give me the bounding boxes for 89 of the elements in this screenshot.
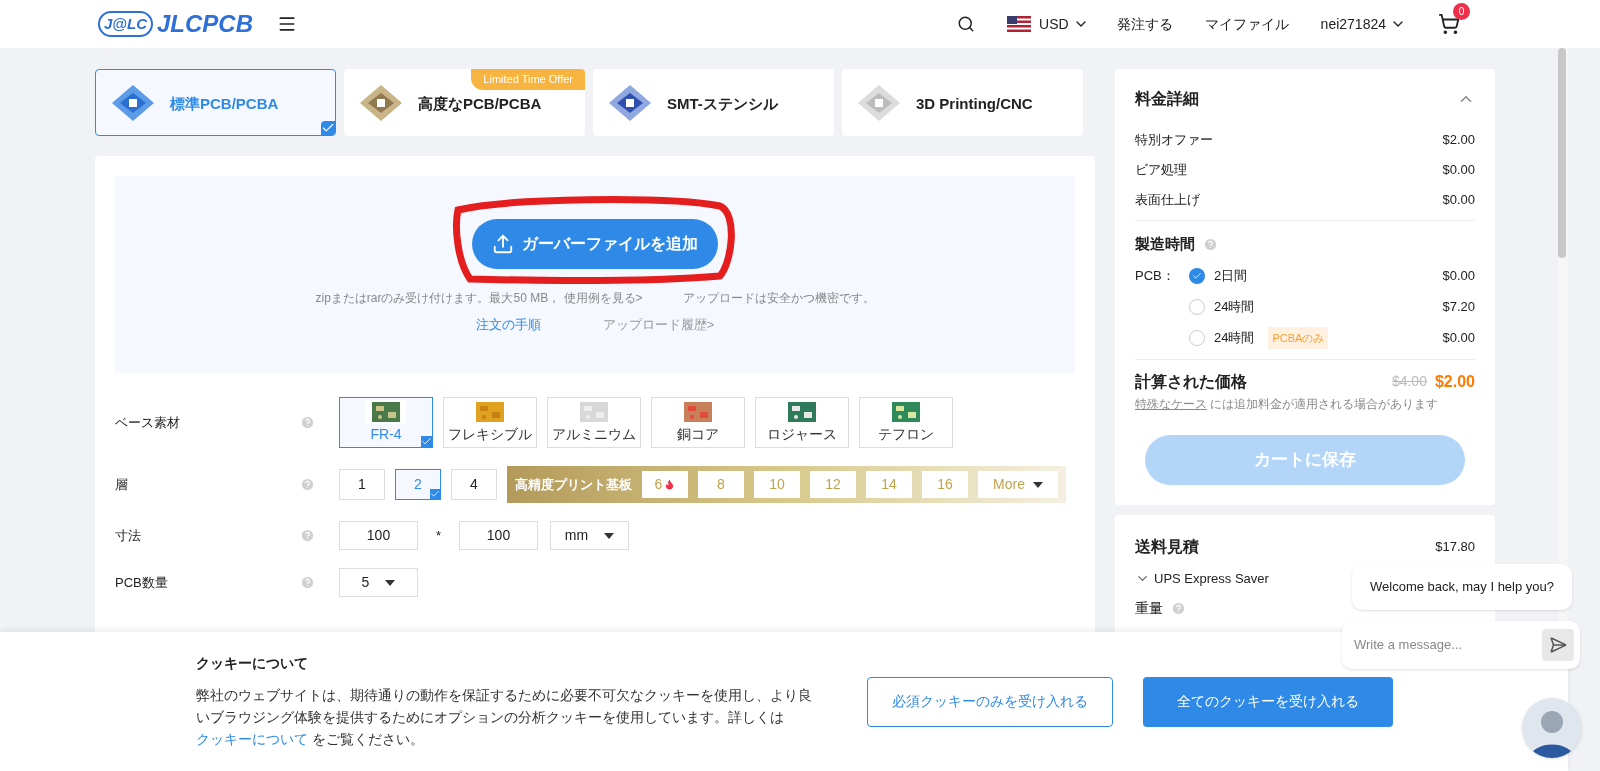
price-label: ビア処理 xyxy=(1135,161,1187,180)
material-option[interactable]: テフロン xyxy=(859,397,953,448)
build-option-label: 2日間 xyxy=(1214,267,1248,286)
flag-icon xyxy=(1007,16,1032,32)
build-option-label: 24時間 xyxy=(1214,329,1255,348)
price-value: $2.00 xyxy=(1442,131,1475,150)
check-icon xyxy=(421,436,432,447)
price-value: $17.80 xyxy=(1435,537,1475,556)
help-icon[interactable] xyxy=(1171,601,1186,616)
price-label: 表面仕上げ xyxy=(1135,191,1200,210)
upload-note: アップロードは安全かつ機密です。 xyxy=(682,290,875,307)
cookie-link[interactable]: クッキーについて xyxy=(196,731,308,747)
radio-button[interactable] xyxy=(1189,268,1205,284)
cookie-title: クッキーについて xyxy=(196,654,309,673)
send-icon xyxy=(1549,636,1567,654)
search-icon[interactable] xyxy=(957,15,976,33)
help-icon[interactable] xyxy=(300,575,315,590)
selected-check-icon xyxy=(321,121,335,135)
field-label: 層 xyxy=(115,475,129,494)
user-menu[interactable]: nei271824 xyxy=(1320,14,1406,34)
card-title: 送料見積 xyxy=(1135,536,1199,557)
width-field[interactable]: 100 xyxy=(339,521,418,550)
chat-input[interactable]: Write a message... xyxy=(1342,621,1580,669)
unit-select[interactable]: mm xyxy=(550,521,629,550)
price-label: 特別オファー xyxy=(1135,131,1213,150)
logo[interactable]: J@LC JLCPCB xyxy=(98,6,253,42)
material-option[interactable]: ロジャース xyxy=(755,397,849,448)
menu-icon[interactable] xyxy=(277,14,297,34)
product-tab[interactable]: Limited Time Offer 高度なPCB/PCBA xyxy=(344,69,585,136)
special-case-link[interactable]: 特殊なケース xyxy=(1135,396,1207,411)
field-label: 寸法 xyxy=(115,526,142,545)
cart-count: 0 xyxy=(1453,3,1470,20)
build-option-label: 24時間 xyxy=(1214,298,1255,317)
total-label: 計算された価格 xyxy=(1135,371,1247,392)
upload-link[interactable]: 注文の手順 xyxy=(475,315,541,335)
material-option[interactable]: アルミニウム xyxy=(547,397,641,448)
price-value: $0.00 xyxy=(1442,161,1475,180)
help-icon[interactable] xyxy=(300,477,315,492)
layer-option[interactable]: 6 xyxy=(642,471,688,498)
help-icon[interactable] xyxy=(300,415,315,430)
cookie-text: 弊社のウェブサイトは、期待通りの動作を保証するために必要不可欠なクッキーを使用し、より良いブラウジング体験を提供するためにオプションの分析クッキーを使用しています。詳しくは クッキーについて をご覧ください。 xyxy=(196,686,813,749)
nav-link[interactable]: マイファイル xyxy=(1204,14,1289,34)
size-separator: * xyxy=(434,526,443,545)
offer-ribbon: Limited Time Offer xyxy=(471,69,585,90)
old-price: $4.00 xyxy=(1391,372,1427,391)
price-note: には追加料金が適用される場合があります xyxy=(1210,396,1439,411)
material-option[interactable]: フレキシブル xyxy=(443,397,537,448)
scrollbar-thumb[interactable] xyxy=(1558,48,1566,258)
layer-option[interactable]: 1 xyxy=(339,469,385,500)
material-option[interactable]: 銅コア xyxy=(651,397,745,448)
currency-selector[interactable]: USD xyxy=(1007,14,1089,34)
price-value: $0.00 xyxy=(1442,267,1475,286)
material-option[interactable]: FR-4 xyxy=(339,397,433,448)
section-title: 製造時間 xyxy=(1135,234,1195,254)
field-label: PCB数量 xyxy=(115,573,169,592)
hd-label: 高精度プリント基板 xyxy=(515,475,632,494)
field-label: ベース素材 xyxy=(115,413,181,432)
product-tab[interactable]: 3D Printing/CNC xyxy=(842,69,1083,136)
height-field[interactable]: 100 xyxy=(459,521,538,550)
send-button[interactable] xyxy=(1542,629,1574,661)
price-value: $0.00 xyxy=(1442,329,1475,348)
build-prefix: PCB： xyxy=(1135,267,1176,286)
weight-label: 重量 xyxy=(1135,599,1163,618)
price-value: $0.00 xyxy=(1442,191,1475,210)
chat-greeting: Welcome back, may I help you? xyxy=(1352,564,1572,610)
nav-link[interactable]: 発注する xyxy=(1116,14,1173,34)
layer-option[interactable]: 8 xyxy=(698,471,744,498)
add-gerber-button[interactable]: ガーバーファイルを追加 xyxy=(472,219,718,269)
accept-cookies-button[interactable]: 全てのクッキーを受け入れる xyxy=(1143,676,1393,727)
shipping-method: UPS Express Saver xyxy=(1154,569,1269,588)
new-price: $2.00 xyxy=(1434,371,1475,392)
card-title: 料金詳細 xyxy=(1135,89,1199,109)
upload-icon xyxy=(492,233,514,255)
check-icon xyxy=(430,489,440,499)
product-tab[interactable]: 標準PCB/PCBA xyxy=(95,69,336,136)
product-tab[interactable]: SMT-ステンシル xyxy=(593,69,834,136)
upload-note: zipまたはrarのみ受け付けます。最大50 MB， 使用例を見る> xyxy=(315,290,643,307)
more-dropdown[interactable]: More xyxy=(978,471,1058,498)
layer-option[interactable]: 4 xyxy=(451,469,497,500)
quantity-select[interactable]: 5 xyxy=(339,568,418,597)
price-value: $7.20 xyxy=(1442,298,1475,317)
check-icon xyxy=(1192,271,1202,281)
pcba-tag: PCBAのみ xyxy=(1268,326,1329,350)
essential-cookies-button[interactable]: 必須クッキーのみを受け入れる xyxy=(867,676,1113,727)
help-icon[interactable] xyxy=(300,528,315,543)
help-icon[interactable] xyxy=(1203,236,1218,252)
upload-link[interactable]: アップロード履歴> xyxy=(602,315,715,335)
layer-option[interactable]: 2 xyxy=(395,469,441,500)
cart-icon[interactable] xyxy=(1438,13,1460,35)
